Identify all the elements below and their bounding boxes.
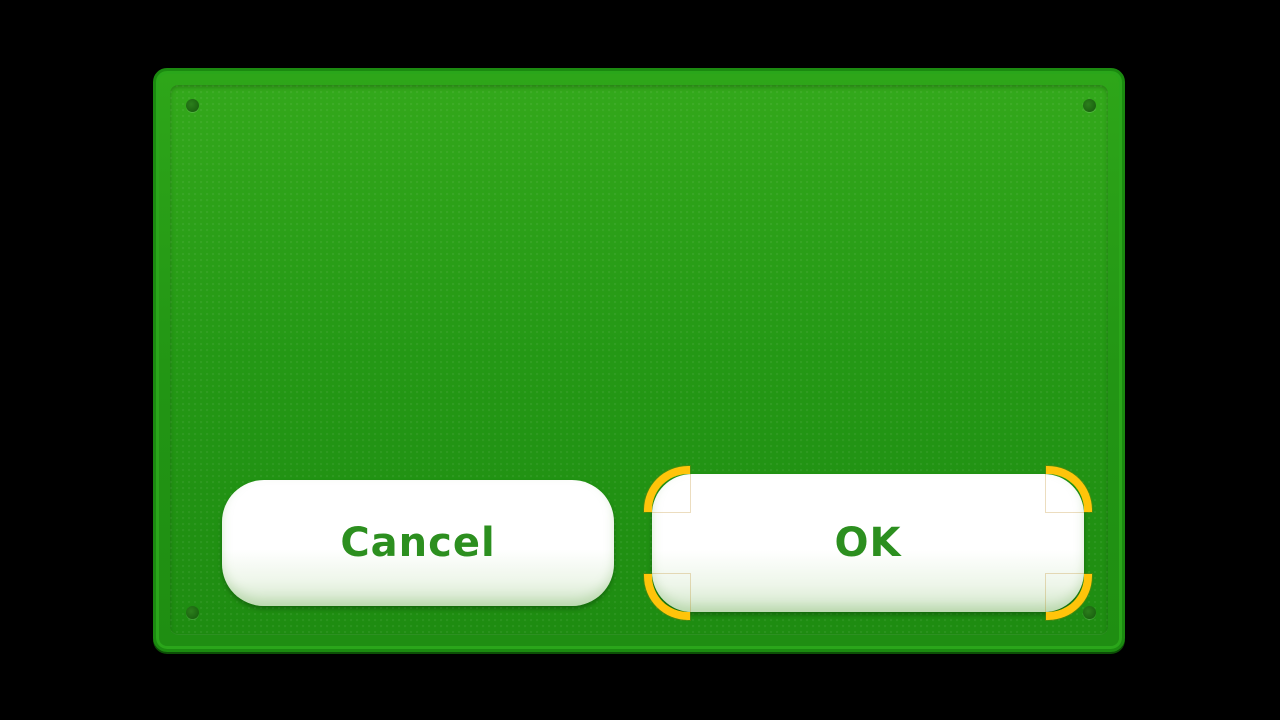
screw-top-left-icon [186,99,199,112]
ok-button[interactable]: OK [644,466,1092,620]
screw-bottom-left-icon [186,606,199,619]
confirmation-dialog: Cancel OK [153,68,1125,652]
cancel-button[interactable]: Cancel [222,480,614,606]
screw-top-right-icon [1083,99,1096,112]
screw-bottom-right-icon [1083,606,1096,619]
cancel-button-label: Cancel [340,520,496,566]
ok-button-label: OK [834,520,902,566]
